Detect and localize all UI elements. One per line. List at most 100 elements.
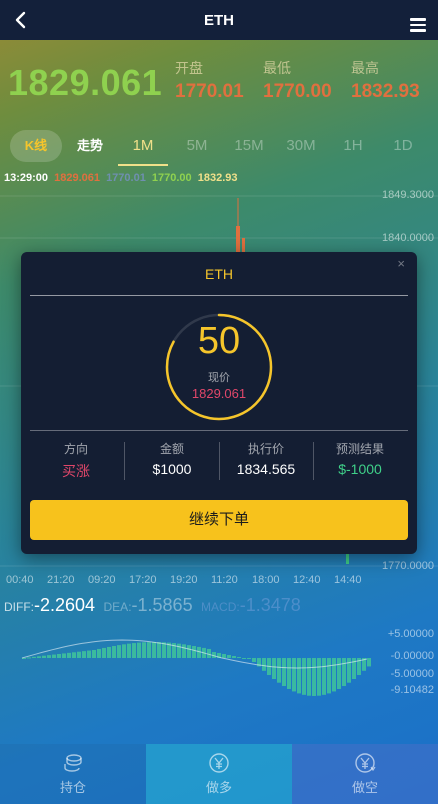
macd-bar [127, 643, 131, 658]
stat-high-value: 1832.93 [351, 81, 420, 102]
direction-label: 方向 [63, 442, 88, 456]
forecast-value: $-1000 [338, 461, 382, 477]
macd-bar [302, 658, 306, 695]
hold-button[interactable]: 持仓 [0, 744, 146, 804]
ohlc-value-1: 1829.061 [54, 172, 100, 184]
tab-trend[interactable]: 走势 [68, 130, 112, 162]
macd-bar [182, 644, 186, 658]
tab-1m[interactable]: 1M [118, 130, 168, 166]
tab-1d[interactable]: 1D [378, 130, 428, 162]
macd-bar [247, 658, 251, 659]
macd-header: DIFF:-2.2604 DEA:-1.5865 MACD:-1.3478 [4, 595, 305, 616]
macd-bar [242, 658, 246, 659]
tab-15m[interactable]: 15M [224, 130, 274, 162]
macd-bar [67, 652, 71, 658]
time-axis-label: 12:40 [293, 574, 321, 586]
chart-tabs: K线 走势 1M 5M 15M 30M 1H 1D [8, 130, 434, 166]
continue-order-button[interactable]: 继续下单 [30, 500, 408, 540]
divider [30, 295, 408, 296]
ohlc-time: 13:29:00 [4, 172, 49, 184]
order-result-dialog: × ETH 50 现价 1829.061 方向 买涨 金额 $1000 执行价 … [21, 252, 417, 554]
menu-icon[interactable] [410, 18, 426, 32]
amount-info: 金额 $1000 [125, 440, 219, 477]
tab-1h[interactable]: 1H [328, 130, 378, 162]
divider [30, 430, 408, 431]
macd-bar [272, 658, 276, 679]
macd-bar [277, 658, 281, 683]
amount-value: $1000 [152, 461, 192, 477]
short-button[interactable]: 做空 [292, 744, 438, 804]
macd-axis-label: -0.00000 [390, 650, 434, 662]
ohlc-value-3: 1770.00 [151, 172, 192, 184]
diff-label: DIFF: [4, 600, 34, 614]
macd-bar [312, 658, 316, 696]
time-axis-label: 00:40 [6, 574, 34, 586]
macd-bar [147, 642, 151, 658]
macd-bar [322, 658, 326, 695]
time-axis-label: 11:20 [211, 574, 238, 586]
macd-bar [137, 642, 141, 658]
macd-bar [57, 654, 61, 658]
tab-kline[interactable]: K线 [10, 130, 62, 162]
macd-bar [77, 651, 81, 658]
macd-bar [227, 655, 231, 658]
macd-bar [27, 657, 31, 659]
time-axis-label: 19:20 [170, 574, 198, 586]
macd-bar [187, 645, 191, 658]
time-axis: 00:40 21:20 09:20 17:20 19:20 11:20 18:0… [6, 574, 366, 588]
back-icon[interactable] [10, 9, 32, 31]
macd-bar [72, 652, 76, 658]
short-label: 做空 [351, 780, 378, 795]
exec-price-value: 1834.565 [236, 461, 296, 477]
macd-bar [117, 645, 121, 658]
long-label: 做多 [205, 780, 232, 795]
direction-value: 买涨 [62, 463, 90, 479]
macd-bar [107, 646, 111, 658]
macd-bar [332, 658, 336, 692]
macd-bar [177, 643, 181, 658]
macd-bar [52, 654, 56, 658]
forecast-info: 预测结果 $-1000 [313, 440, 407, 477]
time-axis-label: 09:20 [88, 574, 116, 586]
macd-bar [132, 643, 136, 658]
stat-high: 最高 1832.93 [351, 58, 420, 103]
ohlc-readout: 13:29:00 1829.061 1770.01 1770.00 1832.9… [4, 172, 240, 184]
time-axis-label: 14:40 [334, 574, 362, 586]
hold-label: 持仓 [59, 780, 86, 795]
stat-high-label: 最高 [351, 60, 379, 76]
macd-axis-label: +5.00000 [387, 628, 434, 640]
forecast-label: 预测结果 [335, 442, 384, 456]
macd-canvas [21, 639, 371, 696]
stat-open: 开盘 1770.01 [175, 58, 244, 103]
candle [242, 238, 245, 252]
time-axis-label: 18:00 [252, 574, 280, 586]
macd-bar [282, 658, 286, 687]
macd-bar [97, 648, 101, 658]
tab-30m[interactable]: 30M [276, 130, 326, 162]
macd-bar [292, 658, 296, 692]
macd-bar [82, 651, 86, 658]
macd-bar [32, 656, 36, 658]
amount-label: 金额 [159, 442, 184, 456]
yen-icon [209, 753, 229, 773]
stat-low-value: 1770.00 [263, 81, 332, 102]
macd-bar [37, 656, 41, 658]
tab-5m[interactable]: 5M [172, 130, 222, 162]
current-price: 1829.061 [8, 62, 163, 103]
direction-info: 方向 买涨 [29, 440, 123, 481]
macd-bar [162, 642, 166, 658]
exec-price-info: 执行价 1834.565 [219, 440, 313, 477]
dea-label: DEA: [103, 600, 132, 614]
ohlc-value-2: 1770.01 [106, 172, 146, 184]
stat-open-value: 1770.01 [175, 81, 244, 102]
candle [236, 226, 240, 252]
macd-axis-label: -9.10482 [390, 684, 434, 696]
stat-low-label: 最低 [263, 60, 291, 76]
long-button[interactable]: 做多 [146, 744, 292, 804]
macd-bar [122, 644, 126, 658]
yen-down-icon [355, 753, 376, 773]
macd-bar [287, 658, 291, 689]
macd-bar [157, 642, 161, 658]
time-axis-label: 21:20 [47, 574, 75, 586]
macd-chart: +5.00000 -0.00000 -5.00000 -9.10482 [0, 618, 438, 718]
